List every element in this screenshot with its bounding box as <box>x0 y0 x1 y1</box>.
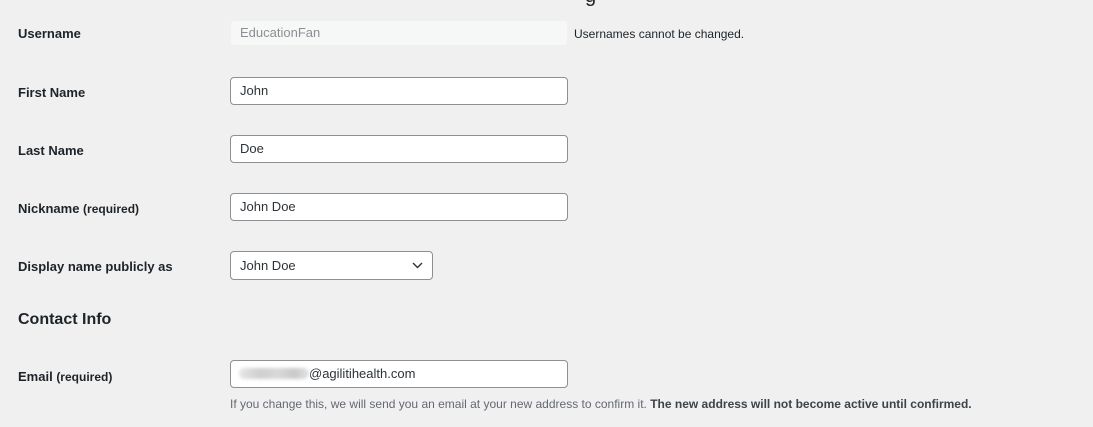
redacted-email-local-part <box>239 368 309 379</box>
contact-info-heading: Contact Info <box>18 311 112 328</box>
nickname-required-text: (required) <box>83 202 140 216</box>
cropped-heading-fragment: g <box>585 0 596 6</box>
first-name-field[interactable]: John <box>230 77 568 105</box>
email-description-bold: The new address will not become active u… <box>650 397 972 411</box>
nickname-label: Nickname (required) <box>18 201 139 216</box>
email-description: If you change this, we will send you an … <box>230 397 972 411</box>
display-name-label: Display name publicly as <box>18 259 173 274</box>
username-note: Usernames cannot be changed. <box>574 27 745 41</box>
username-field: EducationFan <box>230 20 568 46</box>
nickname-label-text: Nickname <box>18 201 80 216</box>
email-description-text: If you change this, we will send you an … <box>230 397 647 411</box>
last-name-label: Last Name <box>18 143 84 158</box>
first-name-label: First Name <box>18 85 86 100</box>
display-name-select[interactable]: John Doe <box>230 251 433 280</box>
last-name-field[interactable]: Doe <box>230 135 568 163</box>
display-name-selected: John Doe <box>240 258 296 273</box>
nickname-field[interactable]: John Doe <box>230 193 568 221</box>
chevron-down-icon <box>411 252 423 279</box>
email-label: Email (required) <box>18 369 112 384</box>
email-field[interactable]: @agilitihealth.com <box>230 360 568 388</box>
email-required-text: (required) <box>56 370 113 384</box>
email-domain-text: @agilitihealth.com <box>309 366 416 381</box>
email-label-text: Email <box>18 369 53 384</box>
username-label: Username <box>18 26 81 41</box>
